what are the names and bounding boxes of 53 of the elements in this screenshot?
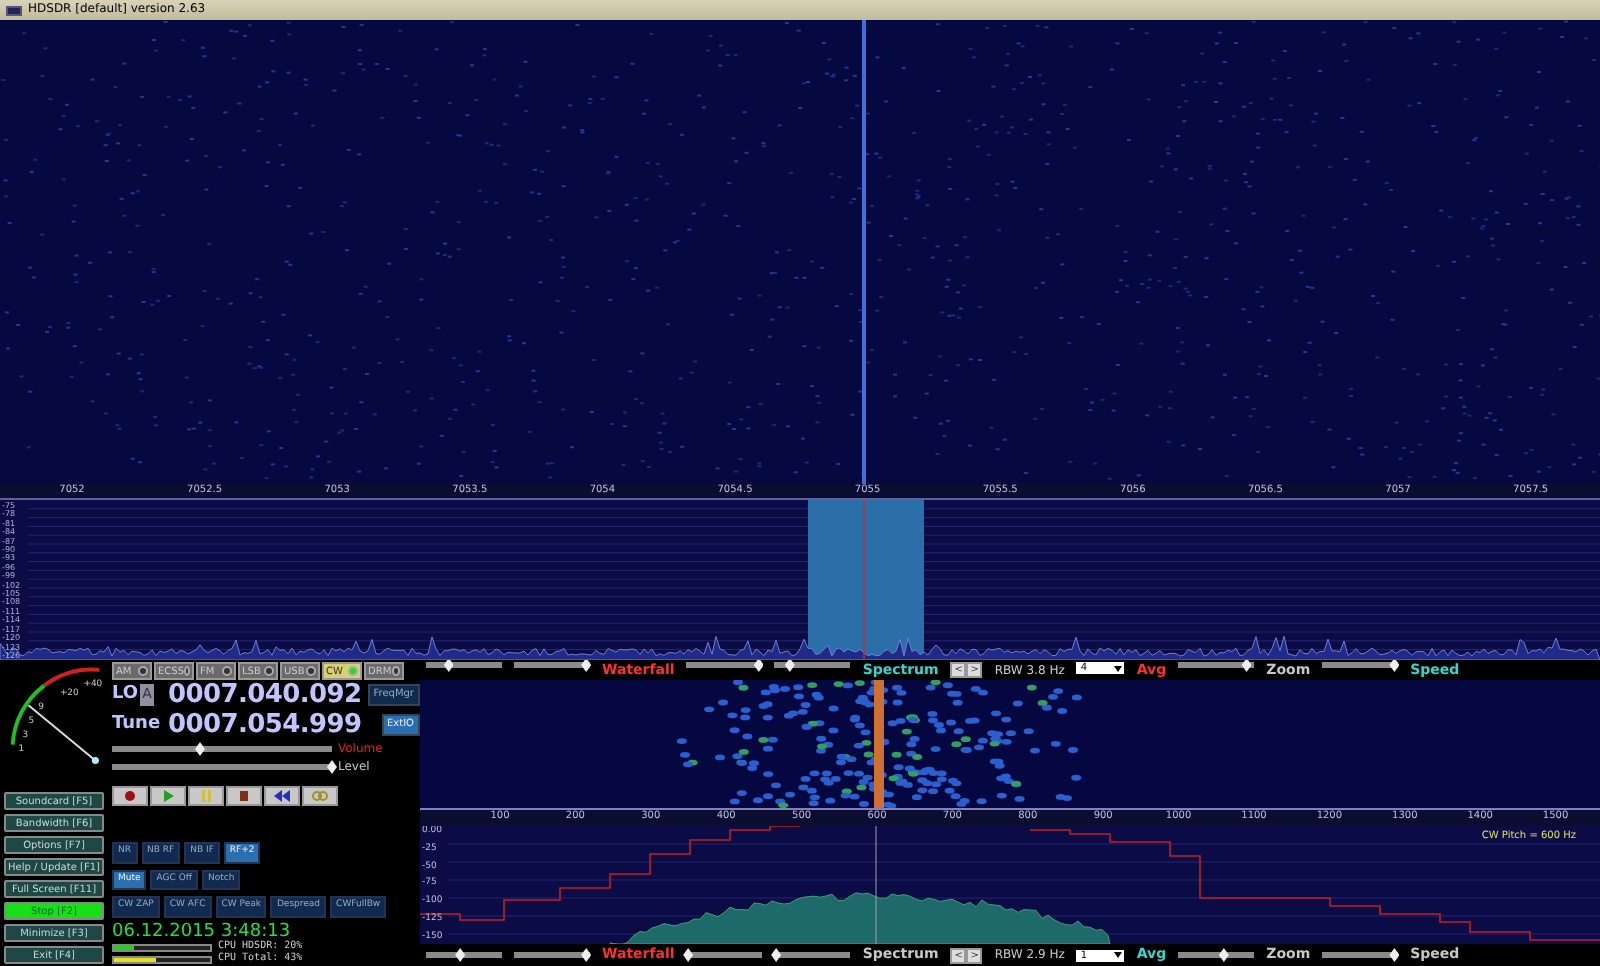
slider-track[interactable] [426, 662, 502, 668]
loop-icon [310, 788, 330, 804]
play-icon [158, 788, 178, 804]
slider-thumb[interactable] [683, 948, 694, 962]
slider-track[interactable] [112, 746, 332, 752]
slider-thumb[interactable] [455, 948, 466, 962]
slider-thumb[interactable] [443, 660, 454, 672]
led-icon [391, 666, 400, 676]
transport-button[interactable] [264, 786, 300, 806]
caret-icon [1114, 952, 1123, 958]
slider-thumb[interactable] [771, 948, 782, 962]
transport-button[interactable] [226, 786, 262, 806]
slider-thumb[interactable] [753, 660, 764, 672]
slider-thumb[interactable] [581, 948, 592, 962]
frequency-display: 0007.040.092 [168, 680, 362, 710]
slider-thumb[interactable] [327, 760, 337, 774]
led-icon [306, 666, 316, 676]
frequency-label: Tune [112, 711, 161, 738]
slider-track[interactable] [514, 952, 590, 958]
clock-text: 06.12.2015 3:48:13 [112, 922, 291, 942]
led-icon [138, 666, 148, 676]
led-icon [222, 666, 232, 676]
slider-thumb[interactable] [1389, 948, 1400, 962]
pitch-marker-line [875, 826, 877, 944]
rewind-icon [272, 788, 292, 804]
slider-thumb[interactable] [784, 660, 795, 672]
frequency-display: 0007.054.999 [168, 710, 362, 740]
slider-track[interactable] [1322, 662, 1399, 668]
slider-track[interactable] [1322, 952, 1399, 958]
record-icon [120, 788, 140, 804]
slider-track[interactable] [426, 952, 502, 958]
caret-icon [1114, 665, 1123, 671]
slider-thumb[interactable] [1241, 660, 1252, 672]
pause-icon [196, 788, 216, 804]
slider-track[interactable] [774, 952, 851, 958]
slider-track[interactable] [1178, 662, 1255, 668]
slider-track[interactable] [514, 662, 590, 668]
slider-thumb[interactable] [581, 660, 592, 672]
slider-thumb[interactable] [1218, 948, 1229, 962]
slider-track[interactable] [1178, 952, 1255, 958]
slider-track[interactable] [686, 952, 763, 958]
slider-track[interactable] [774, 662, 851, 668]
stop-icon [234, 788, 254, 804]
led-icon [184, 666, 190, 676]
led-icon [348, 666, 358, 676]
slider-track[interactable] [112, 764, 332, 770]
slider-track[interactable] [686, 662, 763, 668]
slider-thumb[interactable] [1389, 660, 1400, 672]
frequency-label: LO [112, 681, 139, 708]
transport-button[interactable] [112, 786, 148, 806]
app-icon [6, 5, 22, 15]
slider-thumb[interactable] [195, 742, 205, 756]
led-icon [264, 666, 274, 676]
